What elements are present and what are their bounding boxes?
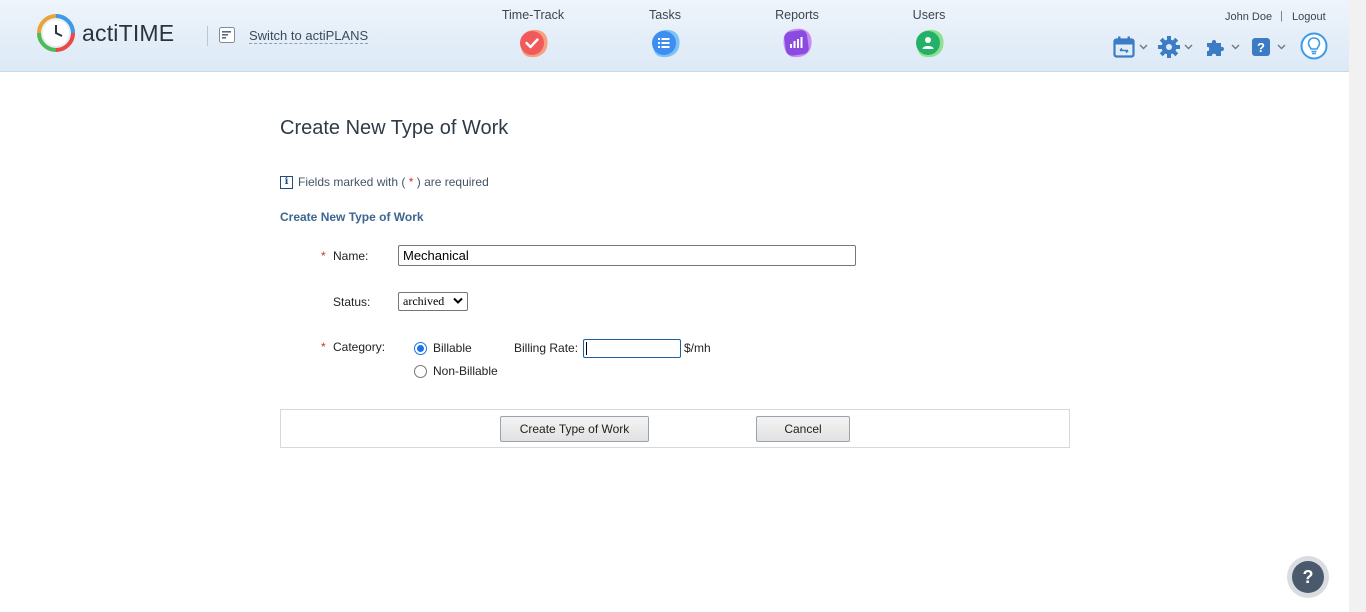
text-caret (586, 342, 587, 355)
create-type-of-work-button[interactable]: Create Type of Work (500, 416, 649, 442)
required-fields-note: i Fields marked with ( * ) are required (280, 175, 489, 189)
check-icon (520, 29, 548, 58)
status-value: archived (403, 294, 445, 308)
chevron-down-icon (1231, 44, 1240, 50)
svg-text:?: ? (1257, 40, 1265, 55)
required-note-suffix: ) are required (416, 175, 489, 189)
calendar-menu[interactable] (1113, 34, 1148, 60)
chevron-down-icon (453, 297, 463, 304)
list-icon (652, 29, 680, 58)
logout-link[interactable]: Logout (1292, 11, 1326, 23)
form-button-bar: Create Type of Work Cancel (280, 409, 1070, 448)
page-title: Create New Type of Work (280, 117, 509, 139)
section-title: Create New Type of Work (280, 210, 424, 224)
billing-rate-input[interactable] (583, 339, 681, 358)
separator: | (1280, 10, 1283, 22)
billable-radio[interactable] (414, 342, 427, 355)
scrollbar[interactable] (1349, 0, 1366, 612)
non-billable-radio[interactable] (414, 365, 427, 378)
required-note-prefix: Fields marked with ( (298, 175, 406, 189)
settings-menu[interactable] (1158, 34, 1193, 60)
nav-time-track-label: Time-Track (501, 8, 565, 22)
lightbulb-icon (1300, 32, 1328, 60)
actiplans-icon (219, 27, 235, 43)
name-label: Name: (333, 249, 369, 263)
nav-reports-label: Reports (775, 8, 819, 22)
cancel-button[interactable]: Cancel (756, 416, 850, 442)
addons-menu[interactable] (1205, 34, 1240, 60)
nav-tasks-label: Tasks (649, 8, 681, 22)
tips-button[interactable] (1300, 32, 1328, 60)
top-header: actiTIME Switch to actiPLANS Time-Track … (0, 0, 1349, 72)
non-billable-label[interactable]: Non-Billable (433, 364, 498, 378)
nav-reports[interactable]: Reports (752, 8, 842, 64)
switch-to-actiplans-link[interactable]: Switch to actiPLANS (249, 28, 369, 44)
status-label: Status: (333, 295, 371, 309)
billing-rate-label: Billing Rate: (514, 341, 579, 355)
bar-chart-icon (783, 28, 812, 58)
user-icon (916, 29, 944, 58)
user-name[interactable]: John Doe (1225, 11, 1272, 23)
required-star: * (321, 340, 326, 354)
nav-users-label: Users (912, 8, 946, 22)
actitime-logo-icon[interactable] (36, 13, 76, 53)
required-note-star: * (408, 175, 414, 189)
chevron-down-icon (1277, 44, 1286, 50)
help-fab-icon: ? (1292, 561, 1324, 593)
nav-tasks[interactable]: Tasks (620, 8, 710, 64)
divider (207, 26, 208, 46)
help-fab-button[interactable]: ? (1287, 556, 1329, 598)
puzzle-icon (1207, 40, 1224, 56)
help-icon: ? (1252, 38, 1270, 56)
info-icon: i (280, 175, 293, 189)
rate-unit: $/mh (684, 341, 711, 355)
name-input[interactable] (398, 245, 856, 266)
status-select[interactable]: archived (398, 292, 468, 311)
help-menu[interactable]: ? (1251, 34, 1286, 60)
billable-label[interactable]: Billable (433, 341, 472, 355)
chevron-down-icon (1139, 44, 1148, 50)
logo-text: actiTIME (82, 20, 175, 46)
nav-time-track[interactable]: Time-Track (488, 8, 578, 64)
gear-icon (1158, 36, 1180, 58)
required-star: * (321, 249, 326, 263)
nav-users[interactable]: Users (884, 8, 974, 64)
calendar-icon (1113, 36, 1135, 58)
category-label: Category: (333, 340, 386, 354)
chevron-down-icon (1184, 44, 1193, 50)
